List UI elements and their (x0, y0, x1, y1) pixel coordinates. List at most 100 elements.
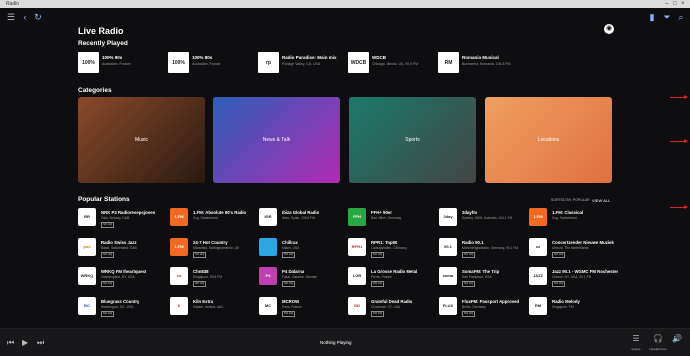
station-name: Jazz 90.1 - WGMC FM Rochester (552, 269, 619, 274)
station-logo: IGR (259, 208, 277, 226)
station-location: Grandequest, NY, USA (101, 275, 135, 279)
station-card[interactable]: IGR Ibiza Global Radio Ibiza, Spain, 105.8… (259, 208, 339, 230)
station-name: RPR1: Top50 (371, 240, 398, 245)
station-card[interactable]: 1.FM 1.FM: Absolute 90's Radio Zug, Switze… (170, 208, 250, 230)
queue-icon[interactable]: ☰ (629, 334, 643, 343)
bookmark-icon[interactable]: ▮ (647, 12, 657, 22)
queue-label: Queue (631, 347, 641, 351)
station-location: Falun, Dalarna, Sweden (282, 275, 318, 279)
station-logo: BC (78, 297, 96, 315)
station-logo: WDCB (348, 52, 369, 73)
station-location: Ludwigshafen, Germany (371, 246, 407, 250)
station-logo: RM (529, 297, 547, 315)
recent-station[interactable]: 100% 100% 80s Australian, France (168, 52, 256, 74)
play-icon[interactable]: ▶ (22, 338, 28, 347)
station-name: Grateful Dead Radio (371, 299, 413, 304)
station-location: Zug, Switzerland (552, 216, 577, 220)
station-name: Chillrax (282, 240, 298, 245)
app-window: Radio – □ × ☰ ‹ ↻ ▮ ⏷ ⌕ Live Radio ◉ Rec… (0, 0, 690, 356)
title-bar: Radio – □ × (0, 0, 690, 8)
quality-badge: NO HQ (282, 281, 296, 287)
recent-station[interactable]: RM Romania Musical Bucharest, Romania, 106… (438, 52, 526, 74)
station-card[interactable]: k Kiln Extra Kildare, Ireland, AAC (170, 297, 250, 319)
station-location: Bad Vilbel, Germany (371, 216, 402, 220)
top-nav: ☰ ‹ ↻ ▮ ⏷ ⌕ (0, 8, 690, 26)
station-logo: P4 (259, 267, 277, 285)
quality-badge: NO HQ (552, 252, 566, 258)
station-location: Pierre, France (371, 275, 392, 279)
station-name: FFH+ 90er (371, 210, 392, 215)
refresh-icon[interactable]: ↻ (33, 12, 43, 22)
station-card[interactable]: P4 P4 Dalarna Falun, Dalarna, Sweden NO HQ (259, 267, 339, 289)
category-label: News & Talk (262, 137, 291, 143)
player-bar: ⏮ ▶ ⏭ Nothing Playing ☰ Queue 🎧 Headphon… (0, 328, 690, 356)
quality-badge: NO HQ (193, 281, 207, 287)
station-card[interactable]: soma SomaFM: The Trip San Francisco, USA NO… (439, 267, 519, 289)
station-location: Mönchengladbach, Germany, 90.1 FM (462, 246, 519, 250)
station-card[interactable]: 1.FM 1.FM: Classical Zug, Switzerland (529, 208, 609, 230)
volume-icon[interactable]: 🔊 (670, 334, 684, 343)
back-icon[interactable]: ‹ (20, 12, 30, 22)
filter-icon[interactable]: ⏷ (662, 12, 672, 22)
station-name: 2dayfm (462, 210, 478, 215)
station-location: Cincinnati, OT, USA (371, 305, 401, 309)
station-card[interactable]: RPR1 RPR1: Top50 Ludwigshafen, Germany NO H… (348, 238, 428, 260)
quality-badge: NO HQ (101, 222, 115, 228)
station-card[interactable]: jazz Radio Swiss Jazz Basel, Switzerland, … (78, 238, 158, 260)
quality-badge: NO HQ (462, 252, 476, 258)
category-card[interactable]: Music (78, 97, 205, 183)
station-card[interactable]: BC Bluegrass Country Washington, DC, USA NO… (78, 297, 158, 319)
station-card[interactable]: Chillrax Miami, USA NO HQ (259, 238, 339, 260)
view-all-link[interactable]: VIEW ALL (592, 198, 610, 203)
menu-icon[interactable]: ☰ (6, 12, 16, 22)
quality-badge: NO HQ (371, 281, 385, 287)
maximize-button[interactable]: □ (673, 0, 677, 8)
station-name: 100% 90s (102, 55, 123, 60)
category-card[interactable]: Locations (485, 97, 612, 183)
station-card[interactable]: GD Grateful Dead Radio Cincinnati, OT, USA… (348, 297, 428, 319)
page-title: Live Radio (78, 26, 124, 36)
sort-dropdown[interactable]: SORTED BY: POPULAR (551, 198, 590, 202)
station-location: Portage Valley, CA, USA (282, 62, 321, 66)
recent-station[interactable]: rp Radio Paradise: Main mix Portage Valley… (258, 52, 346, 74)
station-logo: 2day (439, 208, 457, 226)
station-location: Oslo, Norway, DAB (101, 216, 130, 220)
station-logo: cn (170, 267, 188, 285)
station-name: Radio Swiss Jazz (101, 240, 137, 245)
station-card[interactable]: FLUX FluxFM: Passport Approved Berlin, Ger… (439, 297, 519, 319)
close-button[interactable]: × (681, 0, 685, 8)
station-card[interactable]: 90.1 Radio 90.1 Mönchengladbach, Germany, … (439, 238, 519, 260)
station-logo: cz (529, 238, 547, 256)
station-card[interactable]: JAZZ Jazz 90.1 - WGMC FM Rochester Greece,… (529, 267, 618, 289)
station-card[interactable]: 1.FM 24-7 Hot Country Mansfield, Nottingha… (170, 238, 250, 260)
station-name: Radio 90.1 (462, 240, 484, 245)
category-label: Sports (405, 137, 420, 143)
station-card[interactable]: WRKQ WRKQ FM Iheartquest Grandequest, NY, … (78, 267, 158, 289)
station-card[interactable]: MC MCROW Paris, France NO HQ (259, 297, 339, 319)
globe-icon[interactable]: ◉ (604, 24, 614, 34)
next-icon[interactable]: ⏭ (37, 338, 44, 348)
station-logo: MC (259, 297, 277, 315)
headphones-icon[interactable]: 🎧 (651, 334, 665, 343)
recent-station[interactable]: 100% 100% 90s Australian, France (78, 52, 166, 74)
station-card[interactable]: cn Chn838 Singapore, 95.8 FM NO HQ (170, 267, 250, 289)
annotation-arrowhead (684, 205, 688, 209)
annotation-arrowhead (684, 139, 688, 143)
previous-icon[interactable]: ⏮ (7, 338, 14, 348)
station-card[interactable]: cz Concertzender Nieuwe Muziek Utrecht, Th… (529, 238, 614, 260)
station-name: SomaFM: The Trip (462, 269, 500, 274)
station-card[interactable]: 2day 2dayfm Sydney, NSW, Australia, 104.1 … (439, 208, 519, 230)
category-card[interactable]: News & Talk (213, 97, 340, 183)
search-icon[interactable]: ⌕ (676, 12, 686, 22)
annotation-arrow (670, 97, 684, 98)
station-logo: RR (78, 208, 96, 226)
station-card[interactable]: RR NRK P3 Radioresepsjonen Oslo, Norway, D… (78, 208, 158, 230)
station-card[interactable]: RM Radio Melody Singapore, FM (529, 297, 609, 319)
station-card[interactable]: FFH FFH+ 90er Bad Vilbel, Germany (348, 208, 428, 230)
station-logo: jazz (78, 238, 96, 256)
station-location: Kildare, Ireland, AAC (193, 305, 224, 309)
category-card[interactable]: Sports (349, 97, 476, 183)
recent-station[interactable]: WDCB WDCB Chicago, Illinois, US, 90.9 FM (348, 52, 436, 74)
minimize-button[interactable]: – (665, 0, 668, 8)
station-card[interactable]: LGR La Grosse Radio Metal Pierre, France NO… (348, 267, 428, 289)
